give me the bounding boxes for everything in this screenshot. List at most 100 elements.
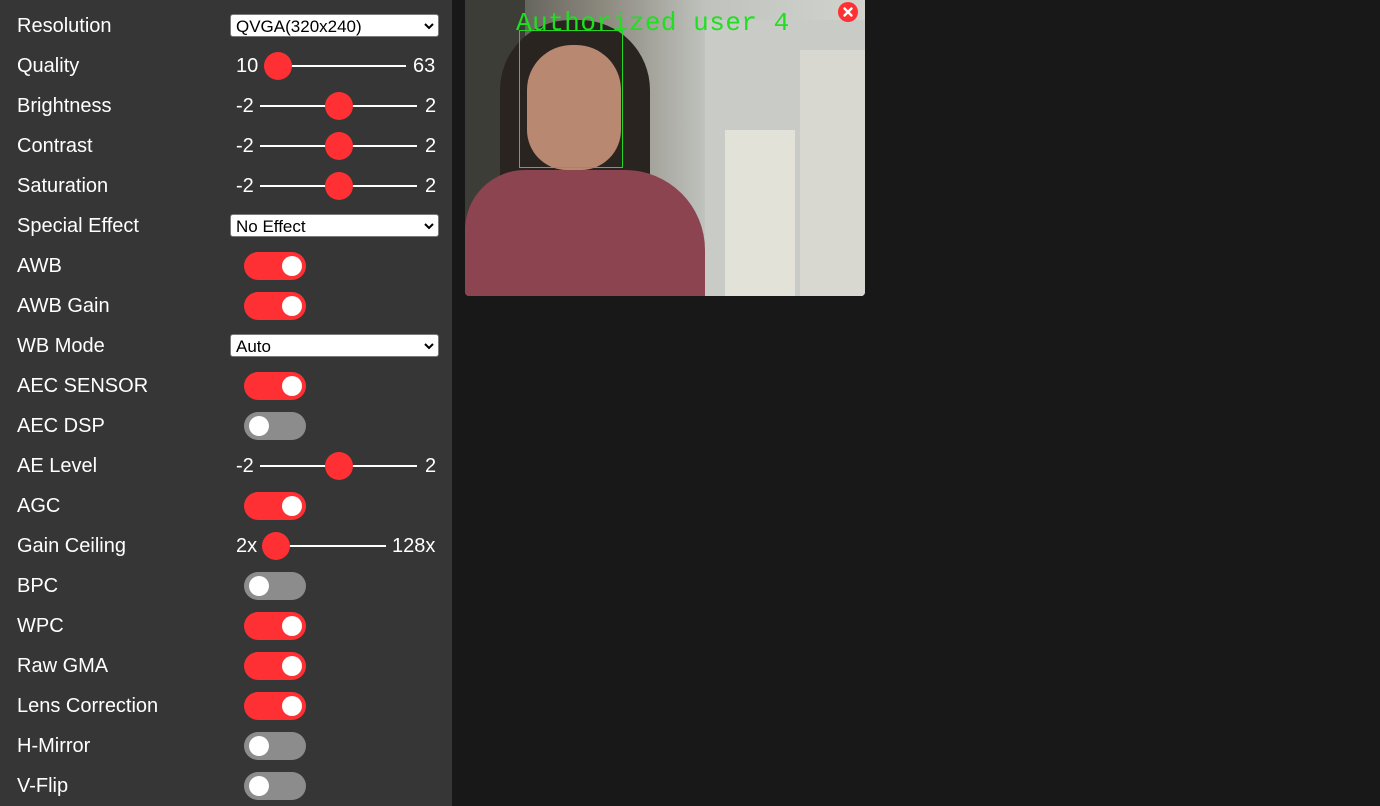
h-mirror-toggle[interactable] xyxy=(244,732,306,760)
settings-sidebar: Resolution QVGA(320x240) Quality 10 63 B… xyxy=(0,0,452,806)
quality-slider-thumb[interactable] xyxy=(264,52,292,80)
bpc-toggle[interactable] xyxy=(244,572,306,600)
ae-level-label: AE Level xyxy=(17,455,98,477)
raw-gma-toggle[interactable] xyxy=(244,652,306,680)
raw-gma-row: Raw GMA xyxy=(0,646,452,686)
bpc-label: BPC xyxy=(17,575,59,597)
aec-dsp-row: AEC DSP xyxy=(0,406,452,446)
toggle-knob xyxy=(249,576,269,596)
toggle-knob xyxy=(282,496,302,516)
wb-mode-row: WB Mode Auto xyxy=(0,326,452,366)
toggle-knob xyxy=(249,416,269,436)
cubicle-panel xyxy=(725,130,795,296)
resolution-row: Resolution QVGA(320x240) xyxy=(0,6,452,46)
brightness-row: Brightness -2 2 xyxy=(0,86,452,126)
toggle-knob xyxy=(282,296,302,316)
awb-label: AWB xyxy=(17,255,62,277)
gain-ceiling-slider-track[interactable] xyxy=(276,545,386,547)
face-detection-box xyxy=(519,30,623,168)
ae-level-min: -2 xyxy=(236,455,254,477)
chevron-down-icon xyxy=(424,23,434,30)
contrast-slider-thumb[interactable] xyxy=(325,132,353,160)
gain-ceiling-min: 2x xyxy=(236,535,258,557)
lens-correction-label: Lens Correction xyxy=(17,695,159,717)
saturation-row: Saturation -2 2 xyxy=(0,166,452,206)
resolution-value: QVGA(320x240) xyxy=(236,17,362,36)
agc-toggle[interactable] xyxy=(244,492,306,520)
v-flip-label: V-Flip xyxy=(17,775,69,797)
h-mirror-label: H-Mirror xyxy=(17,735,91,757)
recognition-label: Authorized user 4 xyxy=(516,8,790,38)
contrast-max: 2 xyxy=(425,135,437,157)
camera-stream: Authorized user 4 xyxy=(465,0,865,296)
saturation-max: 2 xyxy=(425,175,437,197)
awb-row: AWB xyxy=(0,246,452,286)
saturation-min: -2 xyxy=(236,175,254,197)
ae-level-slider-thumb[interactable] xyxy=(325,452,353,480)
aec-dsp-toggle[interactable] xyxy=(244,412,306,440)
awb-toggle[interactable] xyxy=(244,252,306,280)
special-effect-row: Special Effect No Effect xyxy=(0,206,452,246)
gain-ceiling-slider-thumb[interactable] xyxy=(262,532,290,560)
toggle-knob xyxy=(282,376,302,396)
awb-gain-label: AWB Gain xyxy=(17,295,110,317)
v-flip-row: V-Flip xyxy=(0,766,452,806)
raw-gma-label: Raw GMA xyxy=(17,655,109,677)
brightness-max: 2 xyxy=(425,95,437,117)
toggle-knob xyxy=(249,736,269,756)
special-effect-label: Special Effect xyxy=(17,215,139,237)
quality-label: Quality xyxy=(17,55,80,77)
aec-sensor-label: AEC SENSOR xyxy=(17,375,149,397)
brightness-min: -2 xyxy=(236,95,254,117)
contrast-min: -2 xyxy=(236,135,254,157)
v-flip-toggle[interactable] xyxy=(244,772,306,800)
quality-row: Quality 10 63 xyxy=(0,46,452,86)
gain-ceiling-max: 128x xyxy=(392,535,436,557)
quality-max: 63 xyxy=(413,55,436,77)
gain-ceiling-row: Gain Ceiling 2x 128x xyxy=(0,526,452,566)
wb-mode-value: Auto xyxy=(236,337,271,356)
toggle-knob xyxy=(282,656,302,676)
agc-row: AGC xyxy=(0,486,452,526)
lens-correction-row: Lens Correction xyxy=(0,686,452,726)
ae-level-max: 2 xyxy=(425,455,437,477)
aec-sensor-toggle[interactable] xyxy=(244,372,306,400)
awb-gain-toggle[interactable] xyxy=(244,292,306,320)
awb-gain-row: AWB Gain xyxy=(0,286,452,326)
lens-correction-toggle[interactable] xyxy=(244,692,306,720)
brightness-label: Brightness xyxy=(17,95,112,117)
close-stream-button[interactable] xyxy=(838,2,858,22)
ae-level-row: AE Level -2 2 xyxy=(0,446,452,486)
agc-label: AGC xyxy=(17,495,61,517)
resolution-select[interactable]: QVGA(320x240) xyxy=(230,14,439,37)
brightness-slider-thumb[interactable] xyxy=(325,92,353,120)
quality-slider-track[interactable] xyxy=(278,65,406,67)
saturation-label: Saturation xyxy=(17,175,109,197)
saturation-slider-thumb[interactable] xyxy=(325,172,353,200)
partition-panel xyxy=(800,50,865,296)
contrast-label: Contrast xyxy=(17,135,93,157)
special-effect-value: No Effect xyxy=(236,217,306,236)
quality-min: 10 xyxy=(236,55,259,77)
aec-sensor-row: AEC SENSOR xyxy=(0,366,452,406)
wpc-label: WPC xyxy=(17,615,64,637)
chevron-down-icon xyxy=(424,343,434,350)
toggle-knob xyxy=(249,776,269,796)
aec-dsp-label: AEC DSP xyxy=(17,415,105,437)
toggle-knob xyxy=(282,256,302,276)
toggle-knob xyxy=(282,696,302,716)
wpc-toggle[interactable] xyxy=(244,612,306,640)
bpc-row: BPC xyxy=(0,566,452,606)
wb-mode-select[interactable]: Auto xyxy=(230,334,439,357)
h-mirror-row: H-Mirror xyxy=(0,726,452,766)
gain-ceiling-label: Gain Ceiling xyxy=(17,535,126,557)
special-effect-select[interactable]: No Effect xyxy=(230,214,439,237)
contrast-row: Contrast -2 2 xyxy=(0,126,452,166)
resolution-label: Resolution xyxy=(17,15,112,37)
wb-mode-label: WB Mode xyxy=(17,335,105,357)
wpc-row: WPC xyxy=(0,606,452,646)
close-icon xyxy=(843,7,853,17)
garment xyxy=(465,170,705,296)
chevron-down-icon xyxy=(424,223,434,230)
toggle-knob xyxy=(282,616,302,636)
